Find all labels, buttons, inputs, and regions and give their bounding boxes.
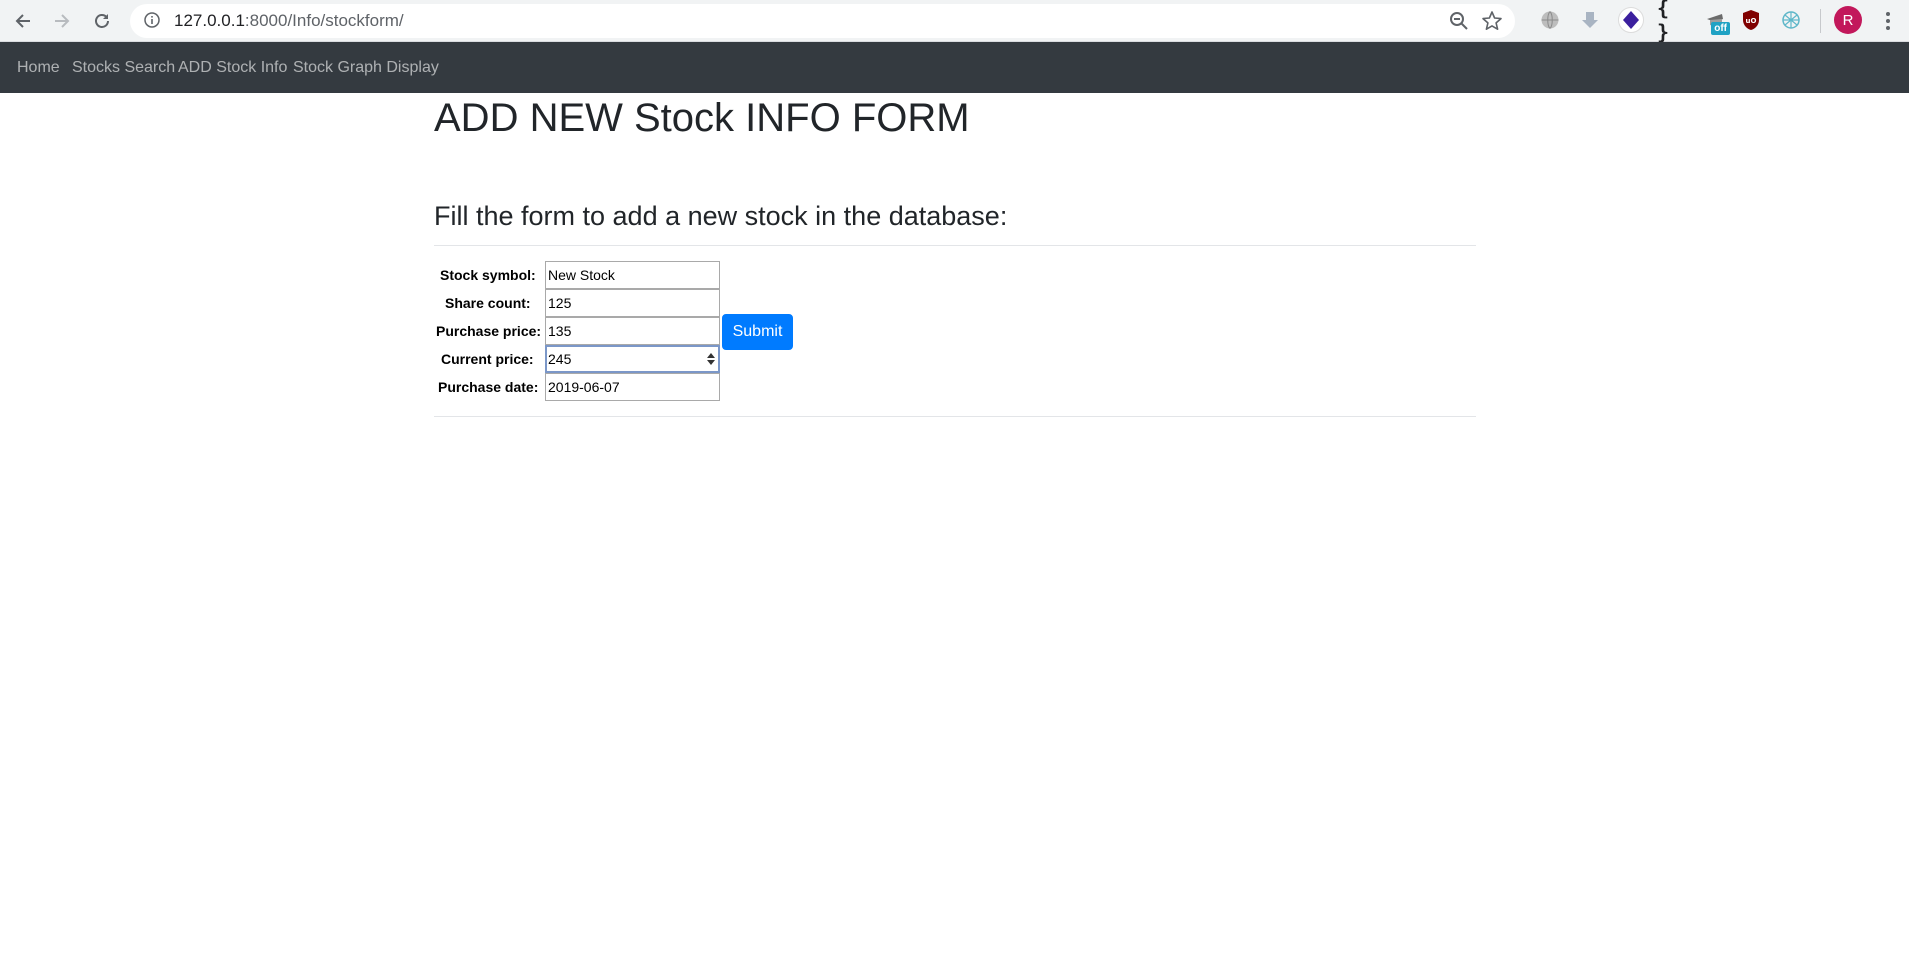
back-button[interactable] [8, 6, 38, 36]
forward-arrow-icon [55, 14, 70, 28]
extension-download[interactable] [1575, 5, 1605, 35]
label-purchase-date: Purchase date: [438, 379, 539, 395]
current-price-input[interactable] [545, 345, 720, 373]
form-subtitle: Fill the form to add a new stock in the … [434, 201, 1008, 231]
profile-avatar[interactable]: R [1834, 6, 1862, 34]
url-text[interactable]: 127.0.0.1:8000/Info/stockform/ [174, 11, 404, 31]
forward-button[interactable] [47, 6, 77, 36]
stock-symbol-input[interactable] [545, 261, 720, 289]
url-host: 127.0.0.1 [174, 11, 245, 30]
browser-toolbar: 127.0.0.1:8000/Info/stockform/ { } off u… [0, 0, 1909, 44]
extension-ublock[interactable]: uO [1736, 5, 1766, 35]
extension-off[interactable]: off [1700, 5, 1730, 35]
back-arrow-icon [15, 14, 30, 28]
nav-add-stock-info[interactable]: ADD Stock Info [178, 42, 287, 93]
info-icon[interactable] [144, 12, 160, 28]
site-navbar: Home Stocks Search ADD Stock Info Stock … [0, 42, 1909, 93]
network-icon [1782, 11, 1800, 29]
nav-stocks-search[interactable]: Stocks Search [72, 42, 175, 93]
zoom-out-icon[interactable] [1449, 11, 1469, 31]
download-arrow-icon [1582, 12, 1598, 28]
toolbar-separator [1820, 9, 1821, 33]
share-count-input[interactable] [545, 289, 720, 317]
current-price-stepper[interactable] [705, 347, 717, 371]
extension-globe[interactable] [1535, 5, 1565, 35]
globe-icon [1541, 11, 1559, 29]
svg-text:uO: uO [1746, 17, 1757, 25]
extension-web[interactable] [1776, 5, 1806, 35]
page-title: ADD NEW Stock INFO FORM [434, 96, 970, 140]
purchase-price-input[interactable] [545, 317, 720, 345]
stepper-down-icon[interactable] [707, 360, 715, 365]
off-badge: off [1711, 22, 1730, 35]
url-path: :8000/Info/stockform/ [244, 11, 404, 30]
address-bar[interactable]: 127.0.0.1:8000/Info/stockform/ [130, 4, 1515, 38]
label-purchase-price: Purchase price: [436, 323, 542, 339]
bookmark-star-icon[interactable] [1481, 10, 1503, 32]
label-share-count: Share count: [445, 295, 531, 311]
submit-button[interactable]: Submit [722, 314, 793, 350]
extension-json[interactable]: { } [1657, 0, 1687, 44]
browser-menu-icon[interactable] [1878, 6, 1898, 36]
extension-layers[interactable] [1616, 5, 1646, 35]
label-stock-symbol: Stock symbol: [440, 267, 536, 283]
shield-icon: uO [1743, 10, 1759, 30]
divider-top [434, 245, 1476, 246]
nav-stock-graph-display[interactable]: Stock Graph Display [293, 42, 439, 93]
braces-icon: { } [1657, 0, 1670, 44]
stepper-up-icon[interactable] [707, 353, 715, 358]
purchase-date-input[interactable] [545, 373, 720, 401]
divider-bottom [434, 416, 1476, 417]
label-current-price: Current price: [441, 351, 534, 367]
layers-icon [1618, 7, 1644, 33]
reload-icon [95, 14, 109, 28]
nav-home[interactable]: Home [17, 42, 60, 93]
reload-button[interactable] [87, 6, 117, 36]
